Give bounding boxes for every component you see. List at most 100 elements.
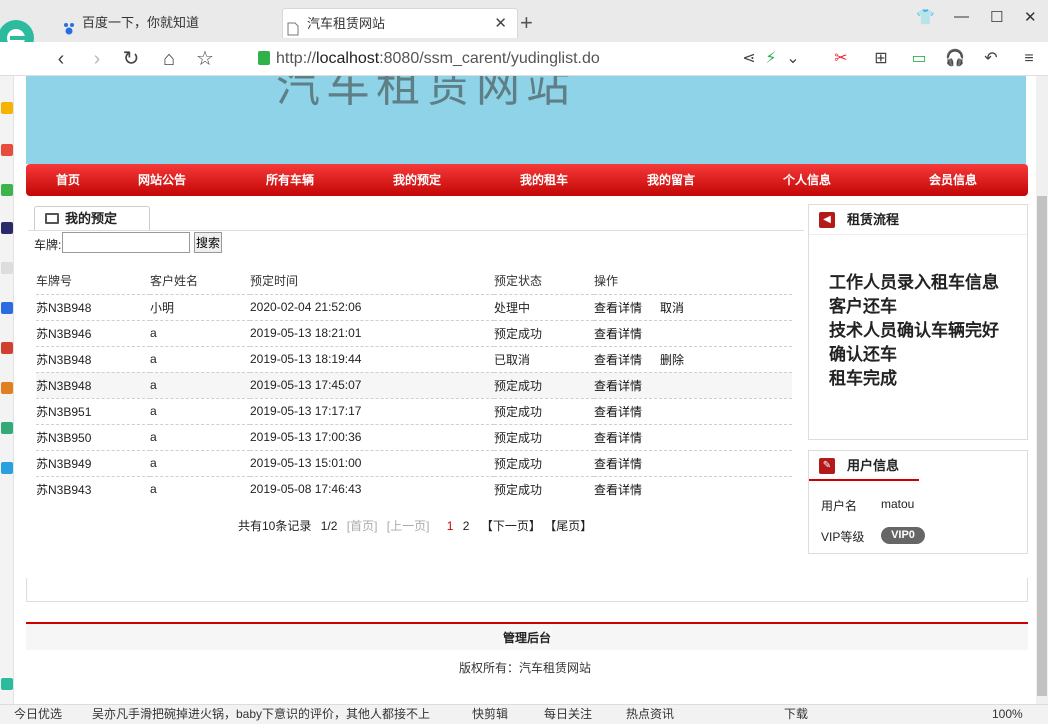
nav-announcements[interactable]: 网站公告 [138, 164, 186, 196]
forward-icon[interactable]: › [84, 46, 110, 72]
lightning-icon[interactable]: ⚡ [760, 48, 782, 70]
status-cell: 预定成功 [494, 475, 594, 502]
view-details-link[interactable]: 查看详情 [594, 327, 642, 341]
nav-all-cars[interactable]: 所有车辆 [266, 164, 314, 196]
customer-cell: a [150, 397, 250, 424]
status-cell: 预定成功 [494, 397, 594, 424]
table-row: 苏N3B949 a 2019-05-13 15:01:00 预定成功 查看详情 [36, 449, 792, 476]
page-scrollbar[interactable] [1036, 76, 1048, 704]
actions-cell: 查看详情 [594, 449, 792, 476]
doc-icon[interactable] [1, 262, 13, 274]
book-icon [45, 213, 59, 224]
undo-icon[interactable]: ↶ [980, 48, 1002, 70]
plate-cell: 苏N3B946 [36, 319, 150, 346]
prev-page-link[interactable]: [上一页] [387, 519, 430, 533]
tab-my-bookings[interactable]: 我的预定 [34, 206, 150, 230]
column-header: 车牌号 [36, 274, 73, 289]
view-details-link[interactable]: 查看详情 [594, 301, 642, 315]
view-details-link[interactable]: 查看详情 [594, 353, 642, 367]
customer-cell: a [150, 475, 250, 502]
new-tab-icon[interactable]: + [520, 10, 533, 36]
nav-member-info[interactable]: 会员信息 [929, 164, 977, 196]
back-icon[interactable]: ‹ [48, 46, 74, 72]
view-details-link[interactable]: 查看详情 [594, 457, 642, 471]
apps-grid-icon[interactable]: ⊞ [870, 48, 892, 70]
web-page: 汽车租赁网站 首页 网站公告 所有车辆 我的预定 我的租车 我的留言 个人信息 … [14, 76, 1036, 704]
shield-icon [258, 51, 270, 65]
game2-icon[interactable] [1, 382, 13, 394]
tab-car-rental[interactable]: 汽车租赁网站 ✕ [282, 8, 518, 38]
mail-icon[interactable] [1, 302, 13, 314]
customer-cell: a [150, 423, 250, 450]
headphones-icon[interactable]: 🎧 [944, 48, 966, 70]
status-today-picks[interactable]: 今日优选 [14, 705, 62, 724]
minimize-icon[interactable]: — [954, 8, 969, 25]
status-news-ticker[interactable]: 吴亦凡手滑把碗掉进火锅，baby下意识的评价，其他人都接不上 [92, 705, 442, 724]
video-icon[interactable] [1, 462, 13, 474]
customer-cell: 小明 [150, 293, 250, 320]
shirt-icon[interactable]: 👕 [916, 8, 935, 26]
status-zoom[interactable]: 100% [992, 705, 1023, 724]
nav-my-messages[interactable]: 我的留言 [647, 164, 695, 196]
plate-cell: 苏N3B948 [36, 371, 150, 398]
maximize-icon[interactable]: ☐ [990, 8, 1003, 26]
speaker-icon: ◀ [819, 212, 835, 228]
table-row: 苏N3B950 a 2019-05-13 17:00:36 预定成功 查看详情 [36, 423, 792, 450]
delete-link[interactable]: 删除 [660, 353, 684, 367]
weibo-icon[interactable] [1, 144, 13, 156]
battery-icon[interactable]: ▭ [908, 48, 930, 70]
nav-personal-info[interactable]: 个人信息 [783, 164, 831, 196]
view-details-link[interactable]: 查看详情 [594, 379, 642, 393]
actions-cell: 查看详情 [594, 423, 792, 450]
scissors-icon[interactable]: ✂ [830, 48, 852, 70]
scrollbar-thumb[interactable] [1037, 196, 1047, 696]
nav-my-rentals[interactable]: 我的租车 [520, 164, 568, 196]
process-step: 租车完成 [829, 369, 897, 388]
chevron-down-icon[interactable]: ⌄ [782, 48, 804, 70]
table-row: 苏N3B948 a 2019-05-13 18:19:44 已取消 查看详情 删除 [36, 345, 792, 372]
nav-my-bookings[interactable]: 我的预定 [393, 164, 441, 196]
customer-cell: a [150, 449, 250, 476]
last-page-link[interactable]: 【尾页】 [544, 519, 592, 533]
admin-link[interactable]: 管理后台 [26, 622, 1028, 650]
menu-icon[interactable]: ≡ [1018, 48, 1040, 70]
next-page-link[interactable]: 【下一页】 [481, 519, 541, 533]
add-icon[interactable] [1, 678, 13, 690]
chat-icon[interactable] [1, 184, 13, 196]
view-details-link[interactable]: 查看详情 [594, 405, 642, 419]
edit-icon: ✎ [819, 458, 835, 474]
record-count: 共有10条记录 [238, 519, 312, 533]
refresh-icon[interactable]: ↻ [118, 46, 144, 72]
status-hot-news[interactable]: 热点资讯 [626, 705, 674, 724]
first-page-link[interactable]: [首页] [347, 519, 378, 533]
plate-search-input[interactable] [62, 232, 190, 253]
status-cell: 预定成功 [494, 423, 594, 450]
tab-title: 我的预定 [65, 211, 118, 226]
view-details-link[interactable]: 查看详情 [594, 431, 642, 445]
cancel-link[interactable]: 取消 [660, 301, 684, 315]
news-icon[interactable] [1, 222, 13, 234]
nav-home[interactable]: 首页 [56, 164, 80, 196]
panel-header: ✎ 用户信息 [809, 451, 919, 481]
home-icon[interactable]: ⌂ [156, 46, 182, 72]
share-icon[interactable]: ⋖ [738, 48, 760, 70]
status-quick-edit[interactable]: 快剪辑 [472, 705, 508, 724]
url-input[interactable]: http://localhost:8080/ssm_carent/yudingl… [258, 47, 798, 71]
table-row: 苏N3B948 a 2019-05-13 17:45:07 预定成功 查看详情 [36, 371, 792, 398]
time-cell: 2019-05-08 17:46:43 [250, 475, 494, 502]
close-window-icon[interactable]: ✕ [1024, 8, 1037, 26]
view-details-link[interactable]: 查看详情 [594, 483, 642, 497]
status-cell: 预定成功 [494, 449, 594, 476]
page-info: 1/2 [320, 519, 338, 533]
page-2-link[interactable]: 2 [463, 519, 470, 533]
game3-icon[interactable] [1, 422, 13, 434]
favorites-star-icon[interactable] [1, 102, 13, 114]
status-download[interactable]: 下载 [784, 705, 808, 724]
status-daily-focus[interactable]: 每日关注 [544, 705, 592, 724]
favorite-star-icon[interactable]: ☆ [192, 46, 218, 72]
search-button[interactable]: 搜索 [194, 232, 222, 253]
game-icon[interactable] [1, 342, 13, 354]
site-banner: 汽车租赁网站 [26, 76, 1026, 164]
close-tab-icon[interactable]: ✕ [494, 9, 507, 39]
tab-baidu[interactable]: 百度一下，你就知道 [58, 8, 280, 38]
